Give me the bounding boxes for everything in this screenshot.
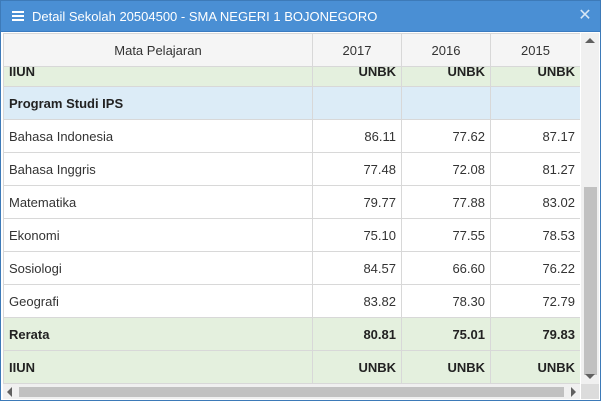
- iiun-value-2017: UNBK: [312, 66, 402, 87]
- rerata-value-2016: 75.01: [401, 317, 491, 351]
- column-header-subject[interactable]: Mata Pelajaran: [3, 33, 313, 67]
- scroll-up-arrow-icon[interactable]: [585, 38, 595, 43]
- subject-cell: Bahasa Inggris: [3, 152, 313, 186]
- score-cell-2015: 81.27: [490, 152, 580, 186]
- vertical-scrollbar[interactable]: [581, 33, 599, 384]
- group-row-program-studi-ips: Program Studi IPS: [3, 86, 580, 120]
- score-cell-2016: 66.60: [401, 251, 491, 285]
- horizontal-scrollbar[interactable]: [3, 384, 580, 399]
- close-icon[interactable]: ✕: [577, 7, 593, 25]
- iiun-label: IIUN: [3, 66, 313, 87]
- iiun-value-2016: UNBK: [401, 350, 491, 384]
- score-cell-2017: 75.10: [312, 218, 402, 252]
- column-header-2017[interactable]: 2017: [312, 33, 402, 67]
- score-cell-2017: 84.57: [312, 251, 402, 285]
- score-cell-2016: 78.30: [401, 284, 491, 318]
- score-cell-2015: 83.02: [490, 185, 580, 219]
- score-cell-2016: 77.88: [401, 185, 491, 219]
- subject-cell: Bahasa Indonesia: [3, 119, 313, 153]
- table-row: Geografi 83.82 78.30 72.79: [3, 284, 580, 318]
- school-detail-dialog: Detail Sekolah 20504500 - SMA NEGERI 1 B…: [0, 0, 601, 401]
- iiun-value-2015: UNBK: [490, 350, 580, 384]
- score-cell-2016: 72.08: [401, 152, 491, 186]
- score-cell-2015: 87.17: [490, 119, 580, 153]
- score-cell-2017: 79.77: [312, 185, 402, 219]
- dialog-title: Detail Sekolah 20504500 - SMA NEGERI 1 B…: [32, 9, 378, 24]
- table-row: Ekonomi 75.10 77.55 78.53: [3, 218, 580, 252]
- iiun-row: IIUN UNBK UNBK UNBK: [3, 350, 580, 384]
- subject-cell: Matematika: [3, 185, 313, 219]
- table-viewport: Mata Pelajaran 2017 2016 2015 IIUN UNBK …: [3, 33, 580, 384]
- scroll-right-arrow-icon[interactable]: [571, 387, 576, 397]
- grades-table: Mata Pelajaran 2017 2016 2015 IIUN UNBK …: [3, 33, 580, 384]
- score-cell-2016: 77.55: [401, 218, 491, 252]
- scrollbar-corner: [581, 384, 599, 399]
- group-label: Program Studi IPS: [3, 86, 313, 120]
- table-row: Bahasa Inggris 77.48 72.08 81.27: [3, 152, 580, 186]
- scroll-down-arrow-icon[interactable]: [585, 374, 595, 379]
- score-cell-2017: 83.82: [312, 284, 402, 318]
- score-cell-2015: 76.22: [490, 251, 580, 285]
- score-cell-2017: 77.48: [312, 152, 402, 186]
- hamburger-menu-icon[interactable]: [12, 11, 24, 21]
- iiun-value-2017: UNBK: [312, 350, 402, 384]
- scroll-left-arrow-icon[interactable]: [7, 387, 12, 397]
- iiun-value-2015: UNBK: [490, 66, 580, 87]
- rerata-value-2015: 79.83: [490, 317, 580, 351]
- table-row: Bahasa Indonesia 86.11 77.62 87.17: [3, 119, 580, 153]
- horizontal-scroll-thumb[interactable]: [19, 387, 564, 397]
- subject-cell: Ekonomi: [3, 218, 313, 252]
- score-cell-2017: 86.11: [312, 119, 402, 153]
- dialog-titlebar[interactable]: Detail Sekolah 20504500 - SMA NEGERI 1 B…: [1, 1, 600, 32]
- iiun-row-partial: IIUN UNBK UNBK UNBK: [3, 66, 580, 87]
- iiun-label: IIUN: [3, 350, 313, 384]
- subject-cell: Geografi: [3, 284, 313, 318]
- column-header-2015[interactable]: 2015: [490, 33, 580, 67]
- rerata-label: Rerata: [3, 317, 313, 351]
- iiun-value-2016: UNBK: [401, 66, 491, 87]
- table-row: Matematika 79.77 77.88 83.02: [3, 185, 580, 219]
- table-header-row: Mata Pelajaran 2017 2016 2015: [3, 33, 580, 67]
- rerata-value-2017: 80.81: [312, 317, 402, 351]
- score-cell-2015: 72.79: [490, 284, 580, 318]
- subject-cell: Sosiologi: [3, 251, 313, 285]
- score-cell-2016: 77.62: [401, 119, 491, 153]
- score-cell-2015: 78.53: [490, 218, 580, 252]
- rerata-row: Rerata 80.81 75.01 79.83: [3, 317, 580, 351]
- column-header-2016[interactable]: 2016: [401, 33, 491, 67]
- table-row: Sosiologi 84.57 66.60 76.22: [3, 251, 580, 285]
- vertical-scroll-thumb[interactable]: [584, 187, 597, 375]
